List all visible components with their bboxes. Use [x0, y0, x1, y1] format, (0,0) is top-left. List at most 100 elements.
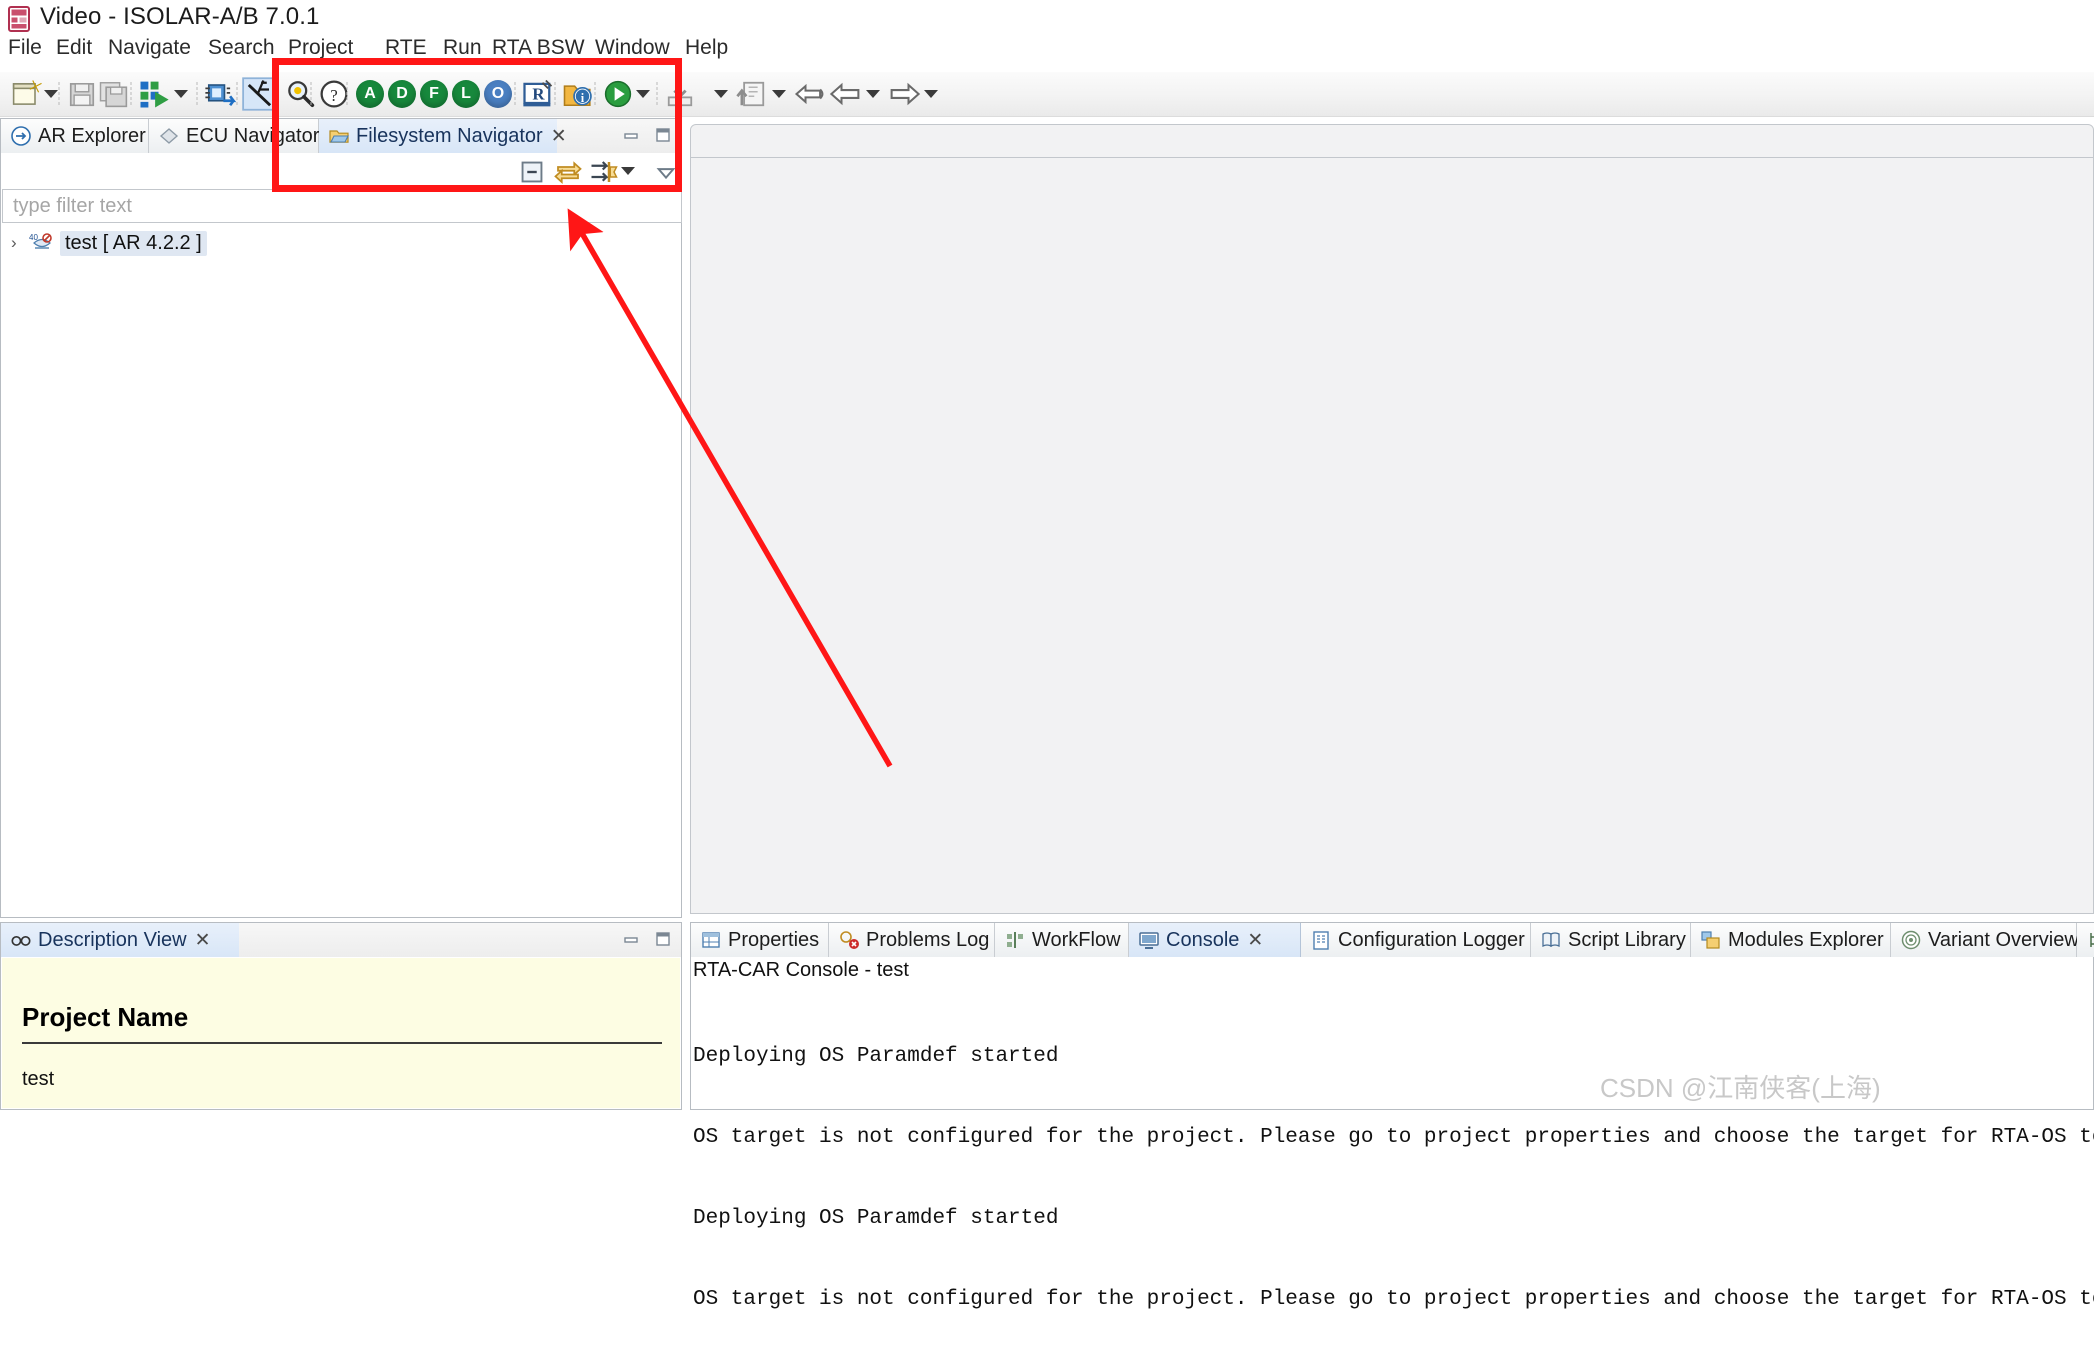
module-tree-icon: [2086, 929, 2094, 951]
import-icon[interactable]: [662, 76, 698, 112]
console-line: OS target is not configured for the proj…: [693, 1124, 2093, 1151]
console-output[interactable]: Deploying OS Paramdef started OS target …: [693, 989, 2093, 1367]
tab-ar-explorer[interactable]: AR Explorer: [1, 119, 149, 153]
generate-rte-dropdown-icon[interactable]: [174, 90, 188, 98]
toolbar-separator: [276, 81, 278, 107]
new-file-icon[interactable]: [8, 76, 44, 112]
console-line: OS target is not configured for the proj…: [693, 1286, 2093, 1313]
tab-configuration-logger[interactable]: Configuration Logger: [1301, 923, 1531, 957]
variant-overview-icon: [1900, 929, 1922, 951]
tab-label: WorkFlow: [1032, 929, 1121, 952]
menu-item-project[interactable]: Project: [288, 36, 353, 60]
modules-explorer-icon: [1700, 929, 1722, 951]
ecu-extract-icon[interactable]: [202, 76, 238, 112]
import-dropdown-icon[interactable]: [714, 90, 728, 98]
properties-icon: [700, 929, 722, 951]
autosar-l-button[interactable]: L: [448, 76, 484, 112]
toolbar-separator: [594, 81, 596, 107]
tab-problems-log[interactable]: Problems Log: [829, 923, 995, 957]
autosar-a-button[interactable]: A: [352, 76, 388, 112]
tab-label: Configuration Logger: [1338, 929, 1525, 952]
menu-item-navigate[interactable]: Navigate: [108, 36, 191, 60]
menu-item-run[interactable]: Run: [443, 36, 482, 60]
tab-workflow[interactable]: WorkFlow: [995, 923, 1129, 957]
maximize-icon[interactable]: [653, 125, 673, 145]
link-with-editor-icon[interactable]: [553, 157, 583, 187]
tab-ecu-navigator[interactable]: ECU Navigator: [149, 119, 319, 153]
description-content: Project Name test: [2, 958, 680, 1108]
validate-icon[interactable]: [242, 76, 278, 112]
forward-dropdown-icon[interactable]: [924, 90, 938, 98]
view-menu-icon[interactable]: [655, 163, 677, 185]
tab-label: Script Library: [1568, 929, 1686, 952]
maximize-icon[interactable]: [653, 929, 673, 949]
menu-item-edit[interactable]: Edit: [56, 36, 92, 60]
arrow-right-icon[interactable]: [886, 76, 922, 112]
autosar-o-button[interactable]: O: [480, 76, 516, 112]
tab-variant-overview[interactable]: Variant Overview: [1891, 923, 2077, 957]
tab-console[interactable]: Console ✕: [1129, 923, 1301, 957]
arrow-left-icon[interactable]: [828, 76, 864, 112]
collapse-all-icon[interactable]: [519, 159, 545, 185]
minimize-icon[interactable]: [621, 929, 641, 949]
tab-label: Problems Log: [866, 929, 989, 952]
toolbar-separator: [656, 81, 658, 107]
save-all-icon[interactable]: [96, 76, 132, 112]
close-icon[interactable]: ✕: [551, 125, 567, 148]
tab-filesystem-navigator[interactable]: Filesystem Navigator ✕: [319, 119, 557, 153]
script-library-icon: [1540, 929, 1562, 951]
generate-rte-icon[interactable]: [136, 76, 172, 112]
minimize-icon[interactable]: [621, 125, 641, 145]
toolbar-separator: [346, 81, 348, 107]
letter-f-icon: F: [429, 85, 439, 103]
save-icon[interactable]: [64, 76, 100, 112]
new-wizard-dropdown-icon[interactable]: [44, 90, 58, 98]
menu-item-window[interactable]: Window: [595, 36, 670, 60]
search-input-placeholder: type filter text: [13, 195, 132, 218]
close-icon[interactable]: ✕: [195, 929, 211, 952]
description-divider: [22, 1042, 662, 1044]
report-icon[interactable]: R: [520, 76, 556, 112]
tab-properties[interactable]: Properties: [691, 923, 829, 957]
workflow-icon: [1004, 929, 1026, 951]
letter-l-icon: L: [461, 85, 471, 103]
menu-item-help[interactable]: Help: [685, 36, 728, 60]
toolbar-separator: [58, 81, 60, 107]
run-dropdown-icon[interactable]: [636, 90, 650, 98]
search-icon[interactable]: [282, 76, 318, 112]
watermark: CSDN @江南侠客(上海): [1600, 1068, 1881, 1105]
problems-log-icon: [838, 929, 860, 951]
search-input[interactable]: type filter text: [2, 189, 682, 223]
editor-tabrow-divider: [691, 157, 2093, 158]
console-view: Properties Problems Log WorkFlow: [690, 922, 2094, 1110]
close-icon[interactable]: ✕: [1247, 929, 1263, 952]
description-view: Description View ✕ Project Name test: [0, 922, 682, 1110]
menu-item-search[interactable]: Search: [208, 36, 275, 60]
menu-item-rta-bsw[interactable]: RTA BSW: [492, 36, 585, 60]
tab-description-view[interactable]: Description View ✕: [1, 923, 239, 957]
chevron-right-icon[interactable]: ›: [11, 233, 29, 253]
tab-module-tree[interactable]: Mo: [2077, 923, 2094, 957]
tab-label: Filesystem Navigator: [356, 125, 543, 148]
tree-item-test-project[interactable]: › 40 test [ AR 4.2.2 ]: [11, 229, 207, 257]
arrow-left-tail-icon[interactable]: [792, 76, 828, 112]
info-folder-icon[interactable]: i: [560, 76, 596, 112]
view-menu-dropdown-icon[interactable]: [621, 167, 635, 175]
tab-label: Console: [1166, 929, 1239, 952]
export-dropdown-icon[interactable]: [772, 90, 786, 98]
filesystem-navigator-view: AR Explorer ECU Navigator Filesystem Nav…: [0, 118, 682, 918]
link-selection-icon[interactable]: [589, 157, 619, 187]
window-title: Video - ISOLAR-A/B 7.0.1: [40, 3, 319, 31]
tab-label: ECU Navigator: [186, 125, 319, 148]
autosar-d-button[interactable]: D: [384, 76, 420, 112]
run-icon[interactable]: [600, 76, 636, 112]
menu-item-file[interactable]: File: [8, 36, 42, 60]
autosar-f-button[interactable]: F: [416, 76, 452, 112]
back-dropdown-icon[interactable]: [866, 90, 880, 98]
console-icon: [1138, 929, 1160, 951]
letter-o-icon: O: [492, 85, 504, 103]
export-icon[interactable]: [734, 76, 770, 112]
tab-modules-explorer[interactable]: Modules Explorer: [1691, 923, 1891, 957]
menu-item-rte[interactable]: RTE: [385, 36, 427, 60]
tab-script-library[interactable]: Script Library: [1531, 923, 1691, 957]
